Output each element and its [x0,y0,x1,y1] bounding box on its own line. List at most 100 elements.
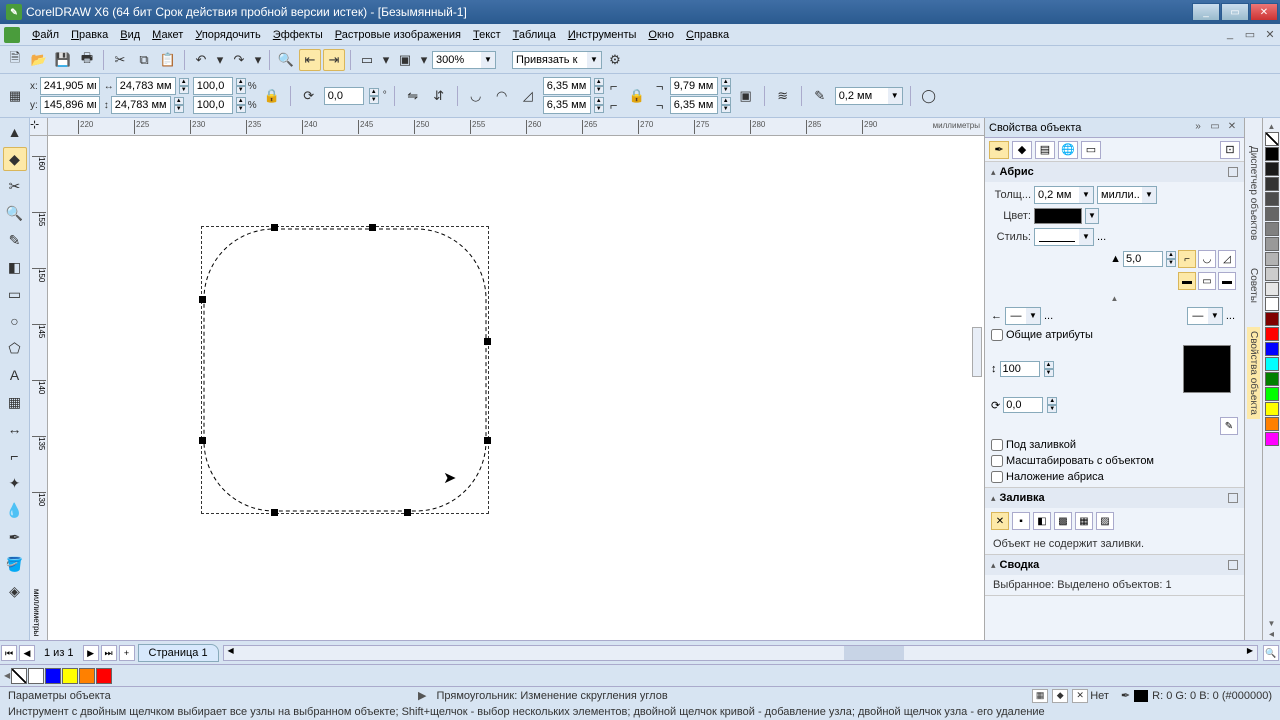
docker-menu-button[interactable]: ▭ [1207,121,1223,135]
cap-square-button[interactable]: ▬ [1218,272,1236,290]
color-swatch[interactable] [96,668,112,684]
color-swatch[interactable] [1265,327,1279,341]
section-summary-header[interactable]: ▴Сводка [985,555,1244,575]
menu-view[interactable]: Вид [114,27,146,43]
corner-lock4[interactable]: ¬ [652,97,668,113]
behind-fill-checkbox[interactable] [991,439,1003,451]
width-input[interactable] [116,77,176,95]
arrow-end-combo[interactable]: —▼ [1187,307,1223,325]
snap-dropdown[interactable]: ▼ [587,52,601,68]
zoom-tool-button[interactable]: 🔍 [1263,645,1279,661]
ruler-vertical[interactable]: миллиметры 160155150145140135130 [30,136,48,640]
color-swatch[interactable] [1265,282,1279,296]
snap-input[interactable] [513,52,587,68]
save-button[interactable]: 💾 [52,49,74,71]
open-button[interactable]: 📂 [28,49,50,71]
smart-fill-tool[interactable]: ◧ [3,255,27,279]
color-swatch[interactable] [1265,192,1279,206]
outline-tool[interactable]: ✒ [3,525,27,549]
print-button[interactable]: 🖶 [76,49,98,71]
to-front-button[interactable]: ◯ [918,85,940,107]
color-swatch[interactable] [1265,177,1279,191]
color-swatch[interactable] [1265,252,1279,266]
height-input[interactable] [111,96,171,114]
corner-tl-input[interactable] [543,77,591,95]
zoom-dropdown[interactable]: ▼ [481,52,495,68]
menu-file[interactable]: Файл [26,27,65,43]
hscrollbar[interactable]: ◀▶ [223,645,1258,661]
color-swatch[interactable] [1265,162,1279,176]
corner-round-button[interactable]: ◡ [465,85,487,107]
page-tab[interactable]: Страница 1 [138,644,219,662]
color-swatch[interactable] [1265,402,1279,416]
lock-ratio-button[interactable]: 🔒 [261,85,283,107]
vscroll-thumb[interactable] [972,327,982,377]
corner-bl-input[interactable] [543,96,591,114]
freehand-tool[interactable]: ✎ [3,228,27,252]
export-button[interactable]: ⇥ [323,49,345,71]
node-handle[interactable] [484,437,491,444]
angle-input[interactable] [1003,397,1043,413]
text-tool[interactable]: A [3,363,27,387]
outline-unit-field[interactable]: ▼ [1097,186,1157,204]
color-swatch[interactable] [1265,342,1279,356]
doc-restore-button[interactable]: ▭ [1242,28,1258,42]
cap-round-button[interactable]: ▭ [1198,272,1216,290]
zoom-tool[interactable]: 🔍 [3,201,27,225]
outline-style-field[interactable]: ▼ [1034,228,1094,246]
no-fill-indicator[interactable]: ✕ [1072,689,1088,703]
rotation-input[interactable] [324,87,364,105]
selected-rectangle[interactable] [203,228,487,512]
effects-tool[interactable]: ✦ [3,471,27,495]
node-handle[interactable] [404,509,411,516]
undo-button[interactable]: ↶ [190,49,212,71]
interactive-fill-tool[interactable]: ◈ [3,579,27,603]
width-up[interactable]: ▲ [179,78,189,86]
width-down[interactable]: ▼ [179,86,189,94]
color-swatch[interactable] [79,668,95,684]
tab-fill[interactable]: ◆ [1012,141,1032,159]
height-up[interactable]: ▲ [174,97,184,105]
arrow-start-combo[interactable]: —▼ [1005,307,1041,325]
doc-close-button[interactable]: ✕ [1262,28,1278,42]
eyedropper-tool[interactable]: 💧 [3,498,27,522]
paste-button[interactable]: 📋 [157,49,179,71]
shape-tool[interactable]: ◆ [3,147,27,171]
ruler-origin[interactable]: ⊹ [30,118,48,136]
node-handle[interactable] [484,338,491,345]
outline-color-swatch[interactable] [1034,208,1082,224]
relative-corner-button[interactable]: ▣ [735,85,757,107]
no-color-swatch-h[interactable] [11,668,27,684]
node-handle[interactable] [271,509,278,516]
menu-tools[interactable]: Инструменты [562,27,643,43]
corner-lock3[interactable]: ¬ [652,78,668,94]
hscroll-thumb[interactable] [844,646,904,660]
menu-effects[interactable]: Эффекты [267,27,329,43]
miter-input[interactable] [1123,251,1163,267]
tab-summary[interactable]: ▭ [1081,141,1101,159]
redo-button[interactable]: ↷ [228,49,250,71]
app-launcher-button[interactable]: ▣ [394,49,416,71]
x-input[interactable] [40,77,100,95]
docker-options-button[interactable]: ⊡ [1220,141,1240,159]
dimension-tool[interactable]: ↔ [3,417,27,441]
corner-lock2[interactable]: ⌐ [606,97,622,113]
color-swatch[interactable] [1265,432,1279,446]
corner-round-button[interactable]: ◡ [1198,250,1216,268]
maximize-button[interactable]: ▭ [1221,3,1249,21]
node-handle[interactable] [369,224,376,231]
corner-bevel-button[interactable]: ◿ [1218,250,1236,268]
ellipse-tool[interactable]: ○ [3,309,27,333]
crop-tool[interactable]: ✂ [3,174,27,198]
page-next-button[interactable]: ▶ [83,645,99,661]
outline-width-combo[interactable]: ▼ [835,87,903,105]
new-button[interactable]: 🗎 [4,49,26,71]
outline-color-indicator[interactable] [1134,690,1148,702]
publish-dropdown[interactable]: ▾ [380,49,392,71]
pick-tool[interactable]: ▲ [3,120,27,144]
tab-internet[interactable]: 🌐 [1058,141,1078,159]
node-handle[interactable] [271,224,278,231]
section-fill-header[interactable]: ▴Заливка [985,488,1244,508]
tab-outline[interactable]: ✒ [989,141,1009,159]
scaley-input[interactable] [193,96,233,114]
